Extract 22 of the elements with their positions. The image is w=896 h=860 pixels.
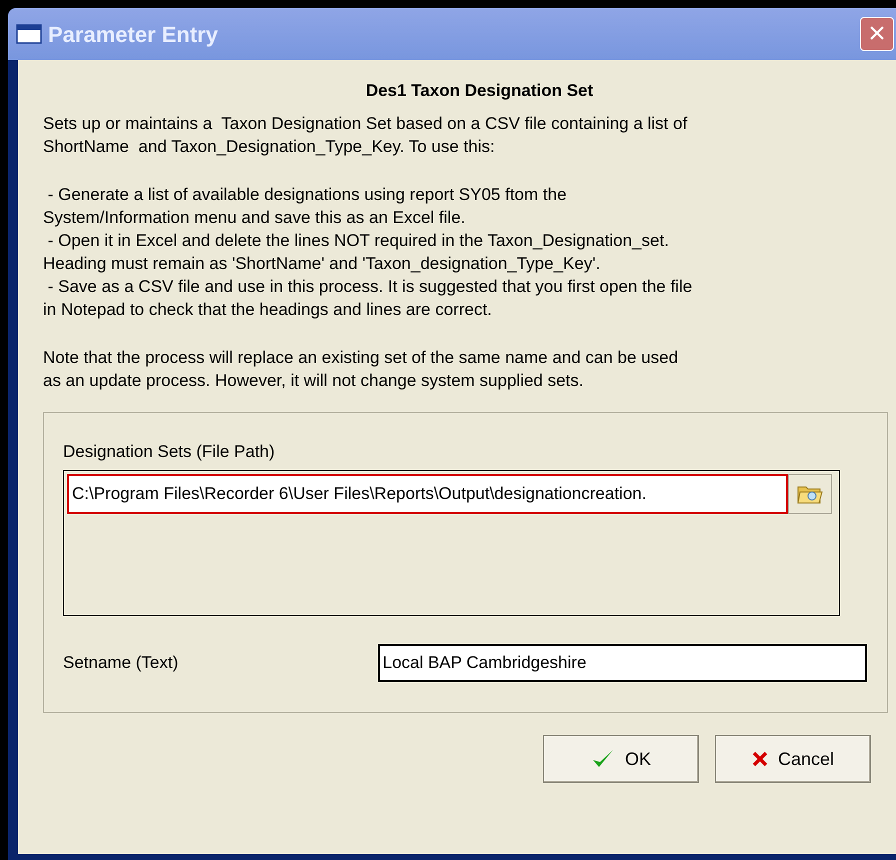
instruction-text: - Open it in Excel and delete the lines NOT required in the Taxon_Designation_set. <box>46 230 669 252</box>
instruction-text: Note that the process will replace an existing set of the same name and can be used <box>43 346 678 368</box>
instruction-text: - Generate a list of available designations using report SY05 ftom the <box>46 184 567 206</box>
ok-button[interactable]: OK <box>543 735 699 783</box>
cross-icon <box>752 751 768 767</box>
field-label: Setname (Text) <box>63 652 180 674</box>
instruction-text: as an update process. However, it will not change system supplied sets. <box>43 370 584 392</box>
cancel-button[interactable]: Cancel <box>715 735 871 783</box>
instruction-text: in Notepad to check that the headings and lines are correct. <box>43 298 492 320</box>
instruction-text: - Save as a CSV file and use in this process. It is suggested that you first open the file <box>46 276 692 298</box>
close-button[interactable]: × <box>860 17 894 51</box>
browse-button[interactable] <box>788 474 832 514</box>
instruction-text: System/Information menu and save this as an Excel file. <box>43 206 466 228</box>
instruction-text: Heading must remain as 'ShortName' and 'Taxon_designation_Type_Key'. <box>43 252 600 274</box>
instruction-text: ShortName and Taxon_Designation_Type_Key. To use this: <box>43 136 495 158</box>
setname-field[interactable]: Local BAP Cambridgeshire <box>378 644 867 682</box>
instruction-text: Sets up or maintains a Taxon Designation Set based on a CSV file containing a list of <box>43 112 688 134</box>
dialog-heading: Des1 Taxon Designation Set <box>364 80 594 102</box>
window-title: Parameter Entry <box>48 20 218 49</box>
window-icon <box>16 24 42 44</box>
field-label: Designation Sets (File Path) <box>63 440 275 462</box>
file-path-field[interactable]: C:\Program Files\Recorder 6\User Files\Reports\Output\designationcreation. <box>67 474 788 514</box>
